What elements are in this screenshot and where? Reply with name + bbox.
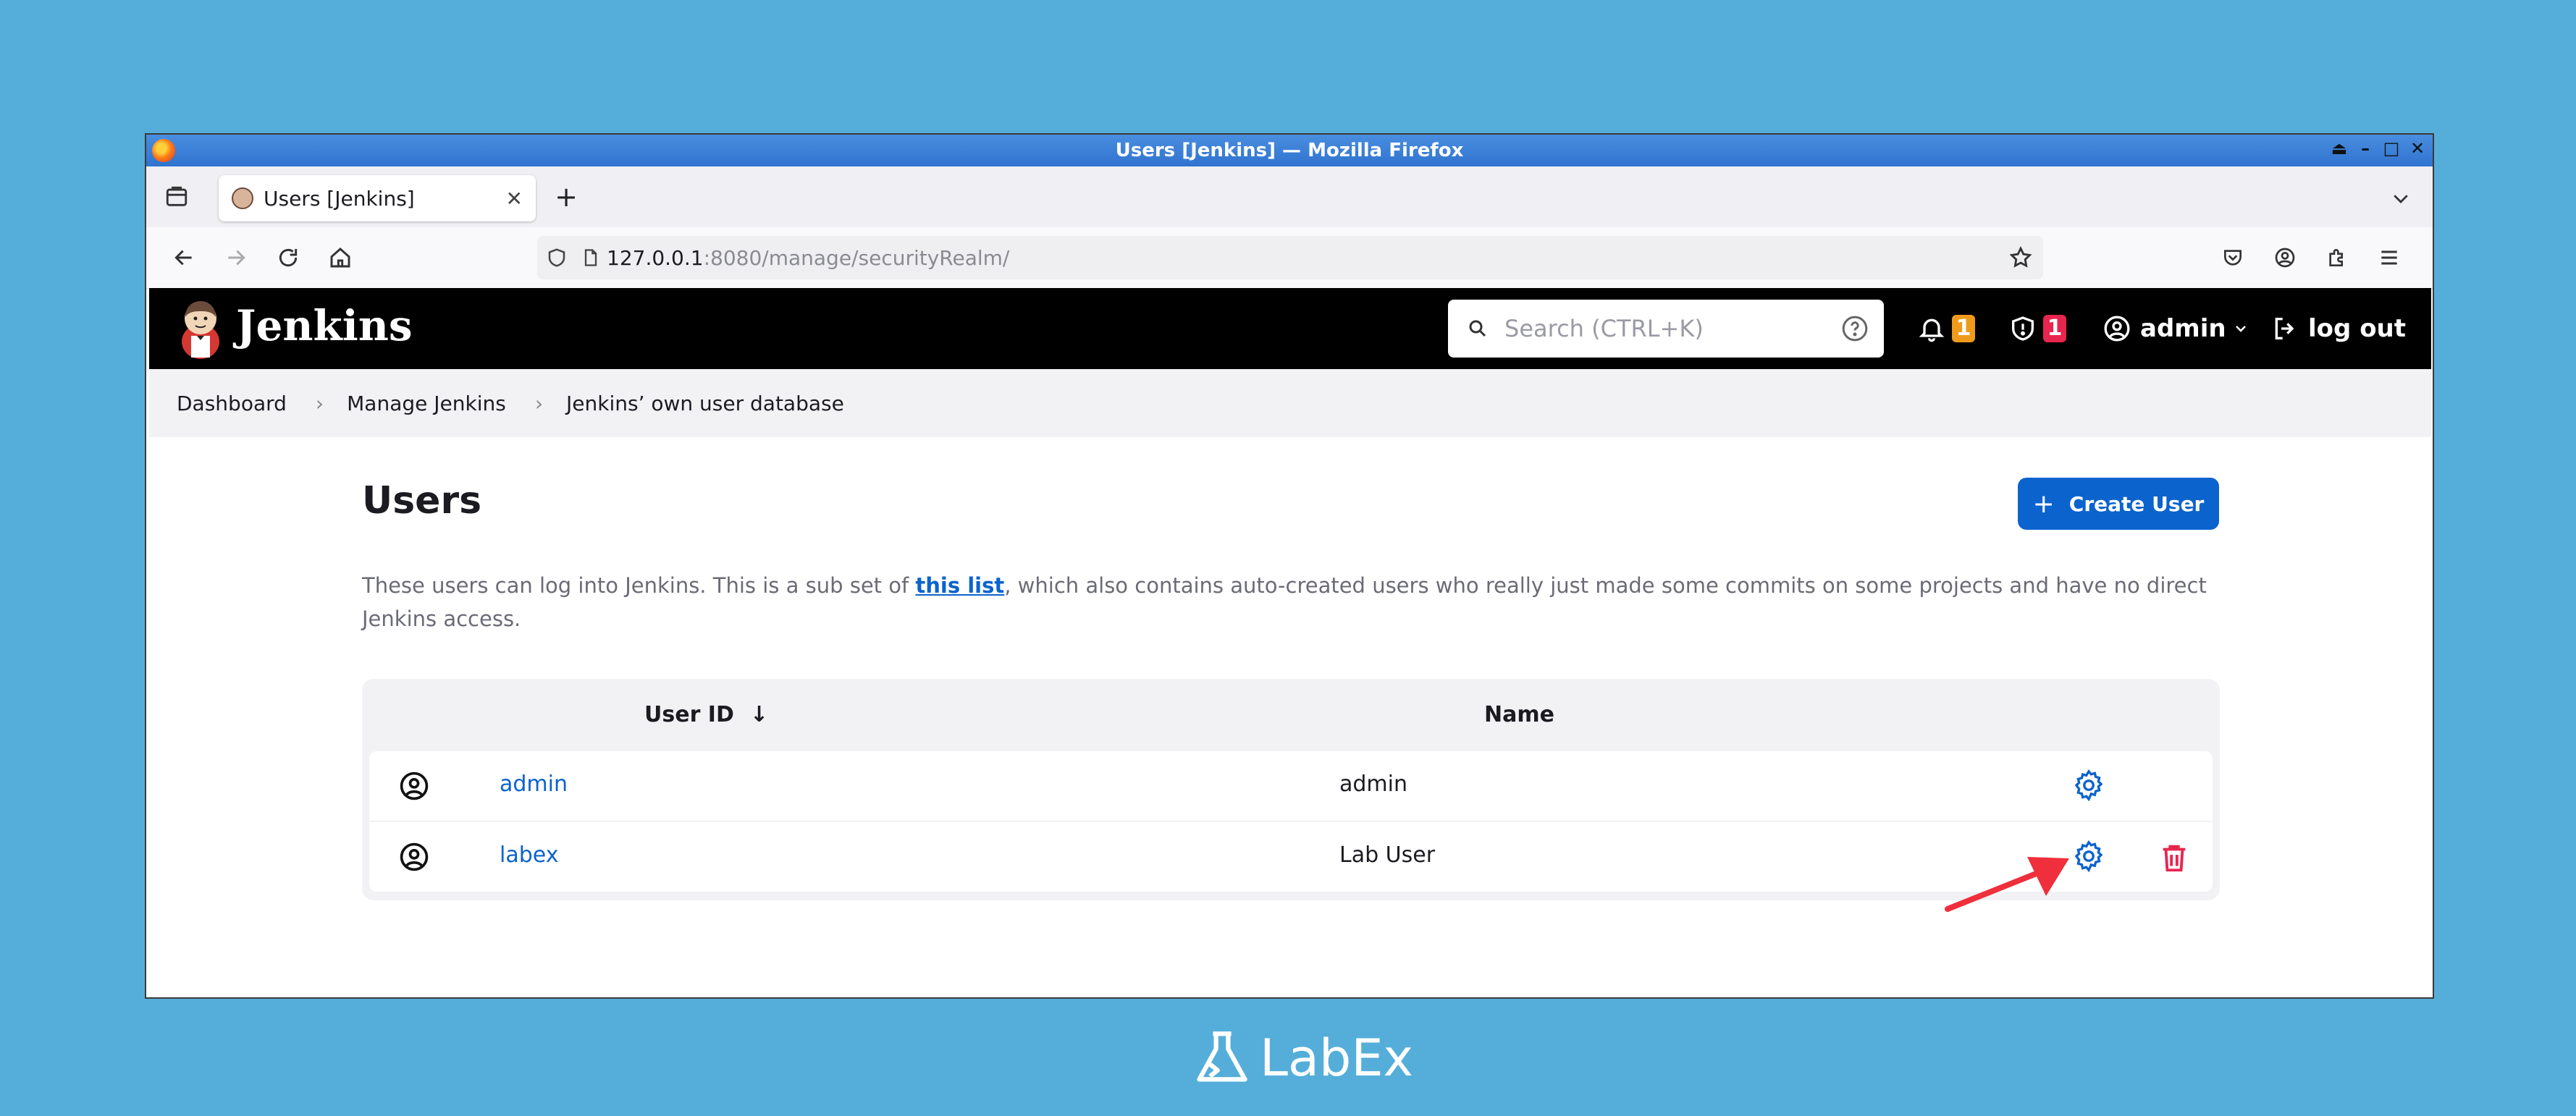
- window-controls: ⏏ – □ ✕: [2328, 138, 2428, 159]
- new-tab-button[interactable]: +: [552, 181, 581, 213]
- home-button[interactable]: [324, 242, 356, 274]
- reload-button[interactable]: [272, 242, 304, 274]
- create-user-button[interactable]: + Create User: [2018, 478, 2219, 530]
- window-shade-button[interactable]: ⏏: [2328, 138, 2350, 159]
- logout-label: log out: [2308, 314, 2407, 343]
- description-text-before: These users can log into Jenkins. This i…: [362, 573, 916, 598]
- breadcrumb-manage-jenkins[interactable]: Manage Jenkins: [347, 392, 506, 415]
- page-title: Users: [362, 479, 482, 523]
- sort-arrow-down-icon: ↓: [749, 702, 769, 727]
- account-button[interactable]: [2269, 242, 2301, 274]
- user-avatar-icon: [400, 772, 429, 800]
- tab-strip: Users [Jenkins] ✕ +: [146, 166, 2433, 227]
- extensions-button[interactable]: [2321, 242, 2353, 274]
- tab-title: Users [Jenkins]: [264, 186, 415, 211]
- table-row: labex Lab User: [369, 822, 2213, 892]
- notifications-count-badge: 1: [1952, 315, 1975, 342]
- labex-watermark: LabEx: [1192, 1028, 1413, 1088]
- browser-tab-users[interactable]: Users [Jenkins] ✕: [219, 175, 536, 221]
- create-user-label: Create User: [2068, 491, 2205, 516]
- forward-button[interactable]: [220, 242, 252, 274]
- home-icon: [330, 248, 350, 268]
- breadcrumb-dashboard[interactable]: Dashboard: [177, 392, 287, 415]
- column-header-name[interactable]: Name: [1484, 702, 1554, 727]
- jenkins-favicon-icon: [232, 187, 253, 209]
- logout-button[interactable]: log out: [2270, 307, 2406, 350]
- window-close-button[interactable]: ✕: [2407, 138, 2428, 159]
- search-icon: [1467, 316, 1491, 341]
- firefox-view-icon: [166, 186, 188, 206]
- firefox-view-button[interactable]: [162, 182, 191, 211]
- chevron-right-icon: ›: [534, 391, 544, 415]
- notifications-button[interactable]: 1: [1917, 307, 1975, 350]
- user-id-header-label: User ID: [644, 702, 734, 727]
- navigation-toolbar: 127.0.0.1:8080/manage/securityRealm/: [146, 227, 2433, 289]
- security-count-badge: 1: [2043, 315, 2066, 342]
- window-title: Users [Jenkins] — Mozilla Firefox: [1115, 140, 1464, 161]
- shield-icon: [548, 248, 565, 267]
- gear-icon[interactable]: [2071, 767, 2107, 803]
- tab-close-icon[interactable]: ✕: [506, 187, 523, 211]
- flask-icon: [1197, 1031, 1247, 1082]
- labex-brand: LabEx: [1260, 1028, 1413, 1088]
- jenkins-header: Jenkins 1 1 admin log out: [149, 288, 2431, 369]
- user-menu-button[interactable]: admin: [2103, 307, 2249, 350]
- breadcrumb: Dashboard › Manage Jenkins › Jenkins’ ow…: [149, 369, 2431, 437]
- table-row: admin admin: [369, 751, 2213, 821]
- window-maximize-button[interactable]: □: [2381, 138, 2402, 159]
- column-header-user-id[interactable]: User ID ↓: [644, 702, 768, 727]
- shield-alert-icon: [2012, 316, 2034, 341]
- this-list-link[interactable]: this list: [915, 573, 1004, 598]
- page-description: These users can log into Jenkins. This i…: [362, 569, 2215, 635]
- user-name-cell: Lab User: [1339, 842, 1436, 868]
- annotation-arrow: [1945, 857, 2069, 912]
- user-name: admin: [2140, 314, 2226, 343]
- list-all-tabs-button[interactable]: [2386, 184, 2415, 213]
- user-id-link[interactable]: labex: [500, 842, 558, 868]
- back-button[interactable]: [168, 242, 200, 274]
- app-menu-button[interactable]: [2373, 242, 2405, 274]
- user-name-cell: admin: [1339, 772, 1407, 797]
- plus-icon: +: [2032, 489, 2055, 519]
- arrow-right-icon: [228, 250, 245, 266]
- browser-window: Users [Jenkins] — Mozilla Firefox ⏏ – □ …: [145, 133, 2434, 999]
- logout-icon: [2275, 318, 2294, 339]
- url-host: 127.0.0.1: [607, 245, 704, 270]
- url-text: 127.0.0.1:8080/manage/securityRealm/: [607, 246, 1009, 270]
- reload-icon: [279, 248, 298, 267]
- security-alerts-button[interactable]: 1: [2008, 307, 2066, 350]
- user-id-link[interactable]: admin: [500, 772, 568, 797]
- chevron-right-icon: ›: [315, 391, 324, 415]
- trash-icon[interactable]: [2158, 840, 2191, 876]
- search-input[interactable]: [1503, 314, 1824, 343]
- bell-icon: [1919, 318, 1945, 342]
- chevron-down-icon: [2235, 326, 2246, 332]
- jenkins-logo-icon[interactable]: [178, 298, 223, 359]
- pocket-icon: [2224, 250, 2242, 266]
- help-icon[interactable]: [1840, 314, 1869, 346]
- search-box: [1448, 300, 1884, 358]
- pocket-button[interactable]: [2217, 242, 2249, 274]
- firefox-icon: [152, 139, 175, 162]
- user-avatar-icon: [400, 842, 429, 871]
- arrow-left-icon: [174, 250, 192, 266]
- page-icon: [584, 249, 597, 266]
- chevron-down-icon: [2394, 195, 2408, 203]
- address-bar[interactable]: 127.0.0.1:8080/manage/securityRealm/: [537, 236, 2043, 279]
- bookmark-star-icon[interactable]: [2008, 245, 2033, 270]
- window-minimize-button[interactable]: –: [2354, 138, 2376, 159]
- breadcrumb-user-database[interactable]: Jenkins’ own user database: [566, 392, 844, 415]
- account-icon: [2275, 248, 2295, 268]
- puzzle-icon: [2329, 249, 2343, 266]
- jenkins-brand-title[interactable]: Jenkins: [236, 301, 413, 350]
- user-circle-icon: [2104, 316, 2130, 342]
- hamburger-menu-icon: [2381, 250, 2397, 265]
- url-path: :8080/manage/securityRealm/: [703, 245, 1010, 270]
- window-titlebar: Users [Jenkins] — Mozilla Firefox ⏏ – □ …: [146, 135, 2433, 166]
